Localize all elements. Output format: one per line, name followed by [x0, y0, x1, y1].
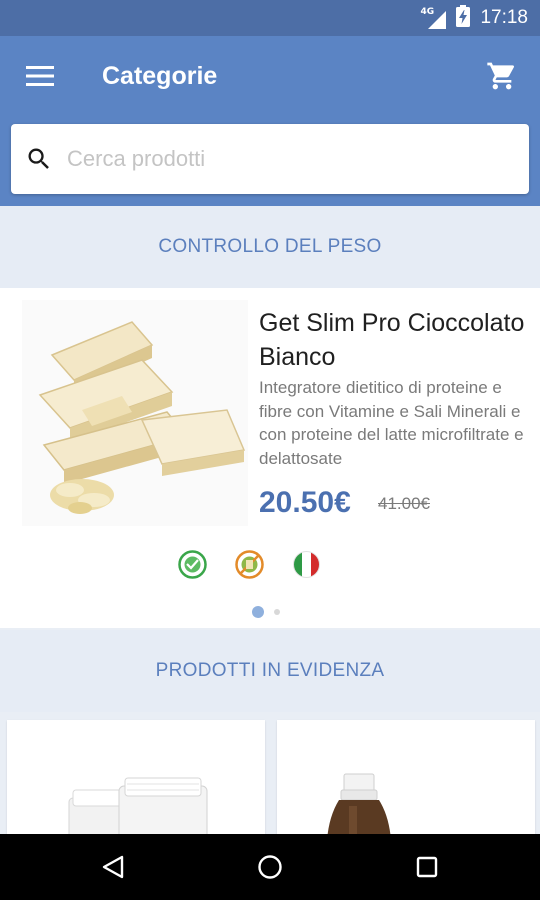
menu-button[interactable]	[14, 50, 66, 102]
featured-product-card[interactable]	[277, 720, 535, 840]
lactose-free-badge	[235, 550, 264, 579]
battery-charging-icon	[456, 5, 471, 31]
app-bar: Categorie	[0, 36, 540, 116]
product-image[interactable]	[22, 300, 248, 526]
search-input[interactable]	[67, 136, 507, 182]
clock: 17:18	[480, 7, 528, 28]
product-badges	[178, 550, 321, 579]
menu-icon	[26, 66, 54, 86]
signal-icon: 4G	[420, 7, 447, 29]
section-header-featured: PRODOTTI IN EVIDENZA	[0, 630, 540, 712]
category-header-weight-control[interactable]: CONTROLLO DEL PESO	[0, 206, 540, 288]
search-box[interactable]	[11, 124, 529, 194]
recents-icon	[416, 856, 438, 878]
home-button[interactable]	[243, 842, 297, 892]
status-bar: 4G 17:18	[0, 0, 540, 36]
status-icons: 4G 17:18	[420, 0, 528, 36]
section-header-label: PRODOTTI IN EVIDENZA	[155, 660, 385, 681]
italy-flag-icon	[293, 551, 320, 578]
system-navigation-bar	[0, 834, 540, 900]
home-icon	[258, 855, 282, 879]
cart-icon	[487, 62, 515, 90]
back-button[interactable]	[86, 842, 140, 892]
product-description: Integratore dietitico di proteine e fibr…	[259, 378, 524, 468]
carousel-indicator	[252, 606, 280, 618]
search-icon	[28, 148, 49, 169]
product-card[interactable]: Get Slim Pro Cioccolato Bianco Integrato…	[0, 288, 540, 628]
search-bar	[0, 116, 540, 206]
product-name[interactable]: Get Slim Pro Cioccolato Bianco	[259, 306, 537, 374]
product-old-price: 41.00€	[378, 494, 430, 513]
recents-button[interactable]	[400, 842, 454, 892]
product-price: 20.50€	[259, 486, 351, 519]
back-icon	[102, 855, 124, 879]
carousel-dot-active[interactable]	[252, 606, 264, 618]
featured-product-card[interactable]	[7, 720, 265, 840]
category-header-label: CONTROLLO DEL PESO	[158, 236, 382, 257]
page-title: Categorie	[102, 62, 218, 90]
carousel-dot[interactable]	[274, 609, 280, 615]
gluten-free-badge	[178, 550, 207, 579]
product-image	[327, 773, 391, 840]
product-image	[68, 777, 208, 840]
cart-button[interactable]	[476, 50, 528, 102]
